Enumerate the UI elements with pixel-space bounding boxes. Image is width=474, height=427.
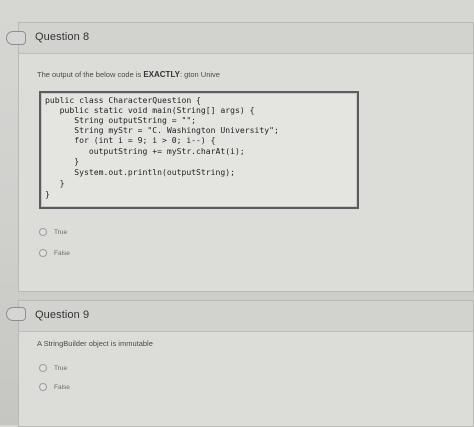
question-8-title: Question 8 — [35, 31, 90, 43]
option-label: True — [54, 364, 68, 372]
radio-button[interactable] — [39, 249, 47, 257]
option-true[interactable]: True — [39, 362, 67, 374]
question-9-title: Question 9 — [35, 309, 90, 321]
radio-button[interactable] — [39, 364, 47, 372]
option-false[interactable]: False — [39, 247, 70, 259]
code-line: public static void main(String[] args) { — [45, 105, 255, 115]
code-line: System.out.println(outputString); — [45, 167, 236, 177]
option-true[interactable]: True — [39, 226, 67, 238]
code-line: outputString += myStr.charAt(i); — [45, 146, 245, 156]
code-line: public class CharacterQuestion { — [45, 95, 201, 105]
radio-button[interactable] — [39, 228, 47, 236]
option-label: True — [54, 228, 68, 236]
prompt-emphasis: EXACTLY — [143, 70, 180, 79]
option-label: False — [54, 249, 70, 257]
flag-icon[interactable] — [6, 31, 26, 45]
prompt-suffix: : gton Unive — [179, 70, 220, 79]
option-false[interactable]: False — [39, 381, 70, 393]
code-block: public class CharacterQuestion { public … — [39, 91, 359, 209]
code-line: } — [45, 189, 50, 199]
option-label: False — [54, 383, 70, 391]
question-9-header: Question 9 — [6, 301, 473, 332]
question-8-prompt: The output of the below code is EXACTLY:… — [37, 70, 220, 79]
code-line: for (int i = 9; i > 0; i--) { — [45, 135, 216, 145]
code-line: } — [45, 178, 65, 188]
code-line: String myStr = "C. Washington University… — [45, 125, 279, 135]
question-8-header: Question 8 — [6, 23, 473, 54]
question-9-card: Question 9 A StringBuilder object is imm… — [6, 300, 474, 427]
prompt-prefix: The output of the below code is — [37, 70, 144, 79]
question-8-card: Question 8 The output of the below code … — [6, 22, 474, 292]
radio-button[interactable] — [39, 383, 47, 391]
flag-icon[interactable] — [6, 307, 26, 321]
code-line: String outputString = ""; — [45, 115, 197, 125]
code-line: } — [45, 156, 80, 166]
question-9-prompt: A StringBuilder object is immutable — [37, 339, 153, 348]
